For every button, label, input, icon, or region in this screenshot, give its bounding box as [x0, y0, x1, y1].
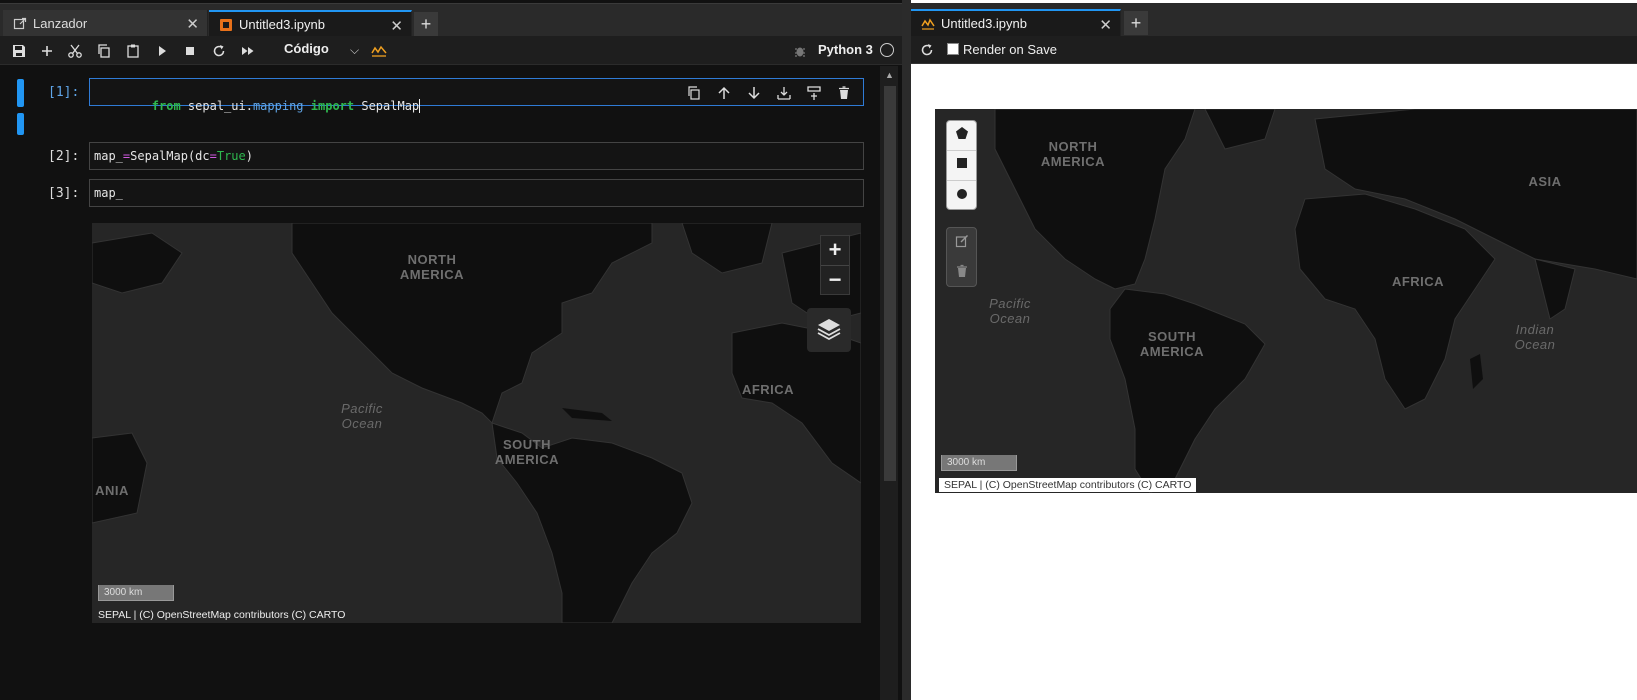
layers-control[interactable]	[807, 308, 851, 352]
scale-bar: 3000 km	[941, 455, 1017, 471]
render-on-save-checkbox[interactable]	[947, 43, 959, 55]
map-label-north-america: NORTH AMERICA	[1040, 139, 1106, 169]
notebook-toolbar: Código ⌵ Python 3	[0, 36, 902, 65]
cut-icon[interactable]	[66, 42, 84, 60]
duplicate-icon[interactable]	[685, 84, 703, 102]
move-up-icon[interactable]	[715, 84, 733, 102]
map-label-indian-ocean: Indian Ocean	[1514, 322, 1556, 352]
preview-toolbar: Render on Save	[911, 36, 1637, 64]
add-tab-button[interactable]: +	[1124, 11, 1148, 35]
zoom-in-button[interactable]: +	[821, 236, 849, 266]
preview-pane: Untitled3.ipynb ✕ + Render on Save NORTH…	[911, 0, 1637, 700]
draw-polygon-button[interactable]	[947, 121, 976, 151]
map-output[interactable]: NORTH AMERICA SOUTH AMERICA AFRICA Pacif…	[92, 223, 861, 623]
tab-label: Lanzador	[33, 16, 88, 31]
cell-prompt: [1]:	[48, 85, 80, 100]
map-label-pacific-ocean: Pacific Ocean	[989, 296, 1031, 326]
draw-rectangle-button[interactable]	[947, 151, 976, 181]
square-icon	[955, 156, 969, 175]
code-cell-input[interactable]: from sepal_ui.mapping import SepalMap	[89, 78, 864, 113]
run-icon[interactable]	[153, 42, 171, 60]
map-label-asia: ASIA	[1528, 174, 1562, 189]
pentagon-icon	[955, 126, 969, 145]
scroll-up-icon[interactable]: ▲	[885, 70, 894, 80]
zoom-control: + −	[820, 235, 850, 295]
insert-above-icon[interactable]	[775, 84, 793, 102]
tab-launcher[interactable]: Lanzador ✕	[3, 10, 208, 37]
cell-collapser[interactable]	[17, 79, 24, 107]
left-tabbar: Lanzador ✕ Untitled3.ipynb ✕ +	[0, 3, 902, 37]
scale-bar: 3000 km	[98, 585, 174, 601]
code-cell-input[interactable]: map_=SepalMap(dc=True)	[89, 142, 864, 170]
circle-icon	[955, 187, 969, 206]
kernel-status-icon	[880, 43, 894, 57]
map-label-pacific-ocean: Pacific Ocean	[341, 401, 383, 431]
map-label-africa: AFRICA	[1391, 274, 1445, 289]
add-cell-icon[interactable]	[38, 42, 56, 60]
voila-icon[interactable]	[370, 42, 388, 60]
scrollbar-thumb[interactable]	[884, 86, 896, 481]
map-attribution: SEPAL | (C) OpenStreetMap contributors (…	[98, 609, 346, 621]
map-label-africa: AFRICA	[741, 382, 795, 397]
map-label-south-america: SOUTH AMERICA	[494, 437, 560, 467]
trash-icon	[955, 264, 969, 283]
tab-label: Untitled3.ipynb	[239, 17, 325, 32]
right-tabbar: Untitled3.ipynb ✕ +	[911, 3, 1637, 36]
insert-below-icon[interactable]	[805, 84, 823, 102]
tab-notebook[interactable]: Untitled3.ipynb ✕	[209, 10, 412, 37]
edit-layers-button[interactable]	[947, 228, 976, 258]
add-tab-button[interactable]: +	[414, 12, 438, 36]
notebook-icon	[219, 18, 233, 32]
restart-icon[interactable]	[210, 42, 228, 60]
tab-label: Untitled3.ipynb	[941, 16, 1027, 31]
map-attribution: SEPAL | (C) OpenStreetMap contributors (…	[939, 478, 1197, 492]
bug-icon[interactable]	[791, 42, 809, 60]
reload-icon[interactable]	[919, 42, 935, 63]
close-icon[interactable]: ✕	[390, 17, 403, 35]
delete-icon[interactable]	[835, 84, 853, 102]
output-collapser[interactable]	[17, 113, 24, 135]
map-label-north-america: NORTH AMERICA	[399, 252, 465, 282]
cell-prompt: [2]:	[48, 149, 80, 164]
move-down-icon[interactable]	[745, 84, 763, 102]
map-label-south-america: SOUTH AMERICA	[1139, 329, 1205, 359]
edit-control	[946, 227, 977, 287]
paste-icon[interactable]	[124, 42, 142, 60]
close-icon[interactable]: ✕	[1099, 16, 1112, 34]
notebook-pane: Lanzador ✕ Untitled3.ipynb ✕ + Código ⌵ …	[0, 0, 902, 700]
copy-icon[interactable]	[95, 42, 113, 60]
tab-preview[interactable]: Untitled3.ipynb ✕	[911, 9, 1121, 36]
zoom-out-button[interactable]: −	[821, 266, 849, 296]
render-on-save-label: Render on Save	[963, 42, 1057, 57]
draw-control	[946, 120, 977, 210]
notebook-scrollbar[interactable]: ▲	[880, 66, 898, 700]
map-label-oceania: ANIA	[95, 483, 129, 498]
jupyterlab-window: Lanzador ✕ Untitled3.ipynb ✕ + Código ⌵ …	[0, 0, 1637, 700]
map-tiles	[92, 223, 861, 623]
layers-icon	[816, 315, 842, 346]
code-cell-input[interactable]: map_	[89, 179, 864, 207]
preview-map[interactable]: NORTH AMERICA SOUTH AMERICA AFRICA ASIA …	[935, 109, 1637, 493]
kernel-name[interactable]: Python 3	[818, 42, 873, 57]
voila-icon	[921, 17, 935, 31]
pane-divider[interactable]	[902, 0, 911, 700]
save-icon[interactable]	[10, 42, 28, 60]
stop-icon[interactable]	[181, 42, 199, 60]
chevron-down-icon[interactable]: ⌵	[350, 43, 359, 58]
delete-layers-button[interactable]	[947, 258, 976, 288]
close-icon[interactable]: ✕	[186, 15, 199, 33]
cell-type-select[interactable]: Código	[284, 41, 329, 56]
draw-circle-button[interactable]	[947, 181, 976, 211]
cell-prompt: [3]:	[48, 186, 80, 201]
external-link-icon	[13, 17, 27, 31]
edit-icon	[955, 234, 969, 253]
fast-forward-icon[interactable]	[239, 42, 257, 60]
cell-toolbar	[685, 84, 853, 102]
